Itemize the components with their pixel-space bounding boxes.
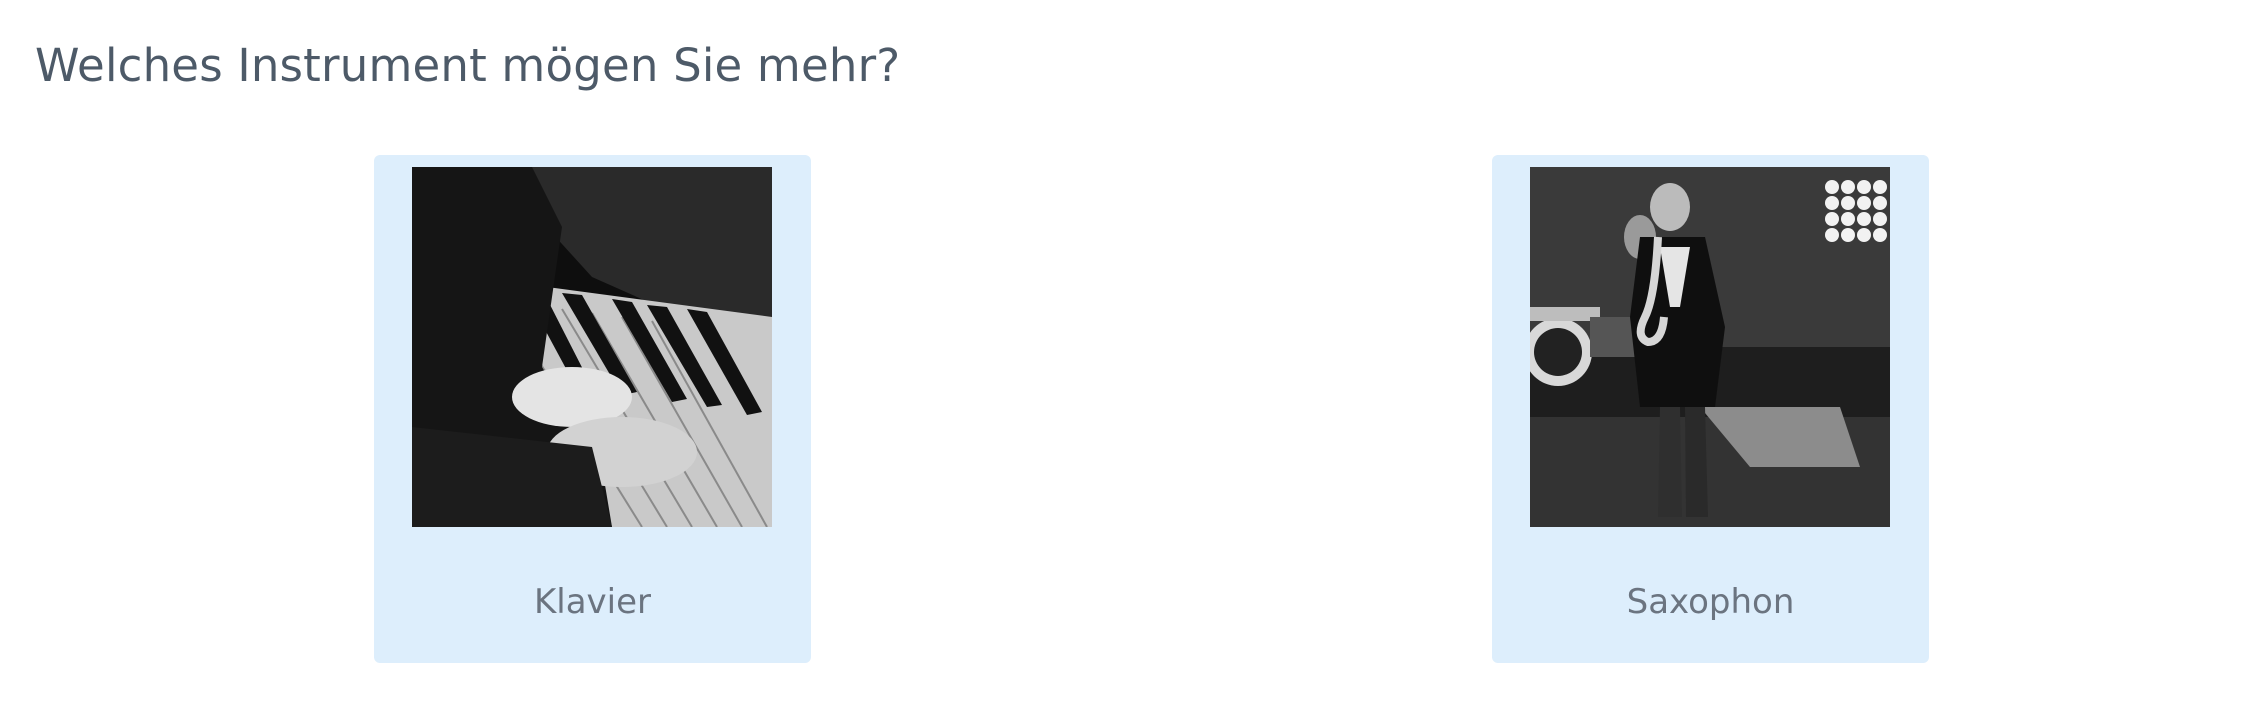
choice-label-saxophon: Saxophon [1626, 582, 1795, 622]
choice-card-klavier[interactable]: Klavier [374, 155, 811, 663]
question-title: Welches Instrument mögen Sie mehr? [35, 39, 901, 92]
choice-label-klavier: Klavier [533, 582, 652, 622]
choice-card-saxophon[interactable]: Saxophon [1492, 155, 1929, 663]
piano-photo[interactable] [412, 167, 772, 527]
saxophone-photo[interactable] [1530, 167, 1890, 527]
